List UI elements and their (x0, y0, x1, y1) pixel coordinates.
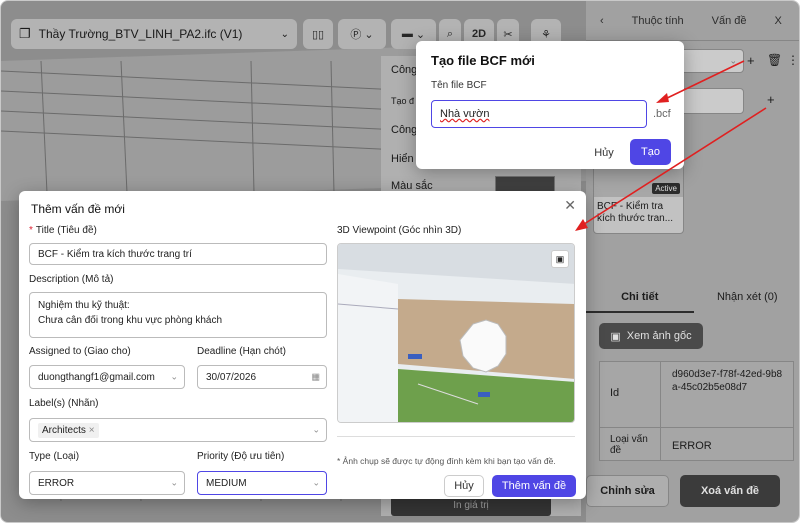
delete-issue-button[interactable]: Xoá vấn đề (680, 475, 780, 507)
chevron-down-icon: ⌄ (170, 371, 178, 382)
cancel-button[interactable]: Hủy (586, 141, 622, 165)
chevron-down-icon: ⌄ (170, 477, 178, 488)
bcf-name-input[interactable]: Nhà vườn (431, 100, 647, 128)
create-bcf-dialog: Tạo file BCF mới Tên file BCF Nhà vườn .… (416, 41, 684, 169)
cancel-button[interactable]: Hủy (444, 475, 484, 497)
assigned-select[interactable]: duongthangf1@gmail.com ⌄ (29, 365, 185, 389)
tab-comments[interactable]: Nhận xét (0) (694, 283, 800, 313)
viewpoint-label: 3D Viewpoint (Góc nhìn 3D) (337, 225, 462, 236)
deadline-value: 30/07/2026 (206, 371, 257, 383)
title-input[interactable]: BCF - Kiểm tra kích thước trang trí (29, 243, 327, 265)
bcf-suffix: .bcf (653, 108, 671, 120)
title-label: Title (Tiêu đề) (35, 225, 97, 236)
label-tag: Architects × (38, 422, 99, 438)
chevron-left-icon[interactable]: ‹ (586, 15, 618, 27)
type-select[interactable]: ERROR ⌄ (29, 471, 185, 495)
description-textarea[interactable]: Nghiệm thu kỹ thuật: Chưa cân đối trong … (29, 292, 327, 338)
id-label: Id (610, 387, 620, 399)
priority-label: Priority (Độ ưu tiên) (197, 451, 285, 462)
title-label-row: * Title (Tiêu đề) (29, 225, 97, 236)
view-original-image-label: Xem ảnh gốc (626, 330, 692, 342)
viewpoint-note: * Ảnh chụp sẽ được tự động đính kèm khi … (337, 456, 556, 466)
camera-icon[interactable]: ▣ (551, 250, 569, 268)
chevron-down-icon: ⌄ (729, 55, 737, 66)
panel-tabs: ‹ Thuộc tính Vấn đề X (586, 1, 799, 41)
active-badge: Active (652, 183, 680, 194)
description-line: Chưa cân đối trong khu vực phòng khách (38, 315, 223, 326)
label-tag-text: Architects (42, 424, 86, 436)
chevron-down-icon: ⌄ (312, 477, 320, 488)
type-label: Type (Loại) (29, 451, 80, 462)
edit-button[interactable]: Chỉnh sửa (586, 475, 669, 507)
description-label: Description (Mô tả) (29, 274, 114, 285)
bcf-name-value: Nhà vườn (440, 108, 490, 120)
image-icon: ▣ (610, 330, 621, 343)
add-issue-button[interactable]: Thêm vấn đề (492, 475, 576, 497)
remove-tag-icon[interactable]: × (89, 425, 95, 436)
dialog-title: Tạo file BCF mới (431, 53, 535, 68)
assigned-value: duongthangf1@gmail.com (38, 371, 155, 383)
close-icon[interactable]: ✕ (564, 197, 576, 214)
deadline-input[interactable]: 30/07/2026 ▦ (197, 365, 327, 389)
tab-close[interactable]: X (761, 15, 796, 27)
assigned-label: Assigned to (Giao cho) (29, 346, 131, 357)
dialog-title: Thêm vấn đề mới (31, 202, 125, 216)
view-original-image-button[interactable]: ▣ Xem ảnh gốc (599, 323, 703, 349)
title-value: BCF - Kiểm tra kích thước trang trí (38, 248, 192, 260)
add-issue-dialog: Thêm vấn đề mới ✕ * Title (Tiêu đề) BCF -… (19, 191, 586, 499)
type-label: Loại vấn đề (610, 434, 648, 456)
app-frame: ❐ Thầy Trường_BTV_LINH_PA2.ifc (V1) ⌄ ▯▯… (0, 0, 800, 523)
add-icon[interactable]: + (747, 53, 755, 68)
issue-card-title: BCF - Kiểm tra kích thước tran... (597, 201, 674, 224)
tab-details[interactable]: Chi tiết (586, 283, 694, 313)
deadline-label: Deadline (Hạn chót) (197, 346, 286, 357)
priority-select[interactable]: MEDIUM ⌄ (197, 471, 327, 495)
type-value: ERROR (672, 440, 712, 452)
labels-select[interactable]: Architects × ⌄ (29, 418, 327, 442)
chevron-down-icon: ⌄ (312, 424, 320, 435)
description-line: Nghiệm thu kỹ thuật: (38, 300, 130, 311)
required-mark: * (29, 225, 33, 236)
viewpoint-image (338, 244, 574, 422)
more-icon[interactable]: ⋮ (787, 53, 799, 67)
trash-icon[interactable]: 🗑 (767, 53, 782, 67)
create-button[interactable]: Tạo (630, 139, 671, 165)
detail-tabs: Chi tiết Nhận xét (0) (586, 283, 800, 313)
bcf-name-label: Tên file BCF (431, 80, 487, 91)
viewpoint-preview: ▣ (337, 243, 575, 423)
tab-properties[interactable]: Thuộc tính (618, 15, 698, 27)
calendar-icon[interactable]: ▦ (311, 372, 320, 383)
id-value: d960d3e7-f78f-42ed-9b8a-45c02b5e08d7 (672, 369, 783, 393)
labels-label: Label(s) (Nhãn) (29, 398, 99, 409)
tab-issues[interactable]: Vấn đề (698, 15, 761, 27)
type-value: ERROR (38, 477, 75, 489)
detail-table: Id d960d3e7-f78f-42ed-9b8a-45c02b5e08d7 … (599, 361, 794, 461)
add-issue-icon[interactable]: + (767, 92, 775, 107)
priority-value: MEDIUM (206, 477, 247, 489)
